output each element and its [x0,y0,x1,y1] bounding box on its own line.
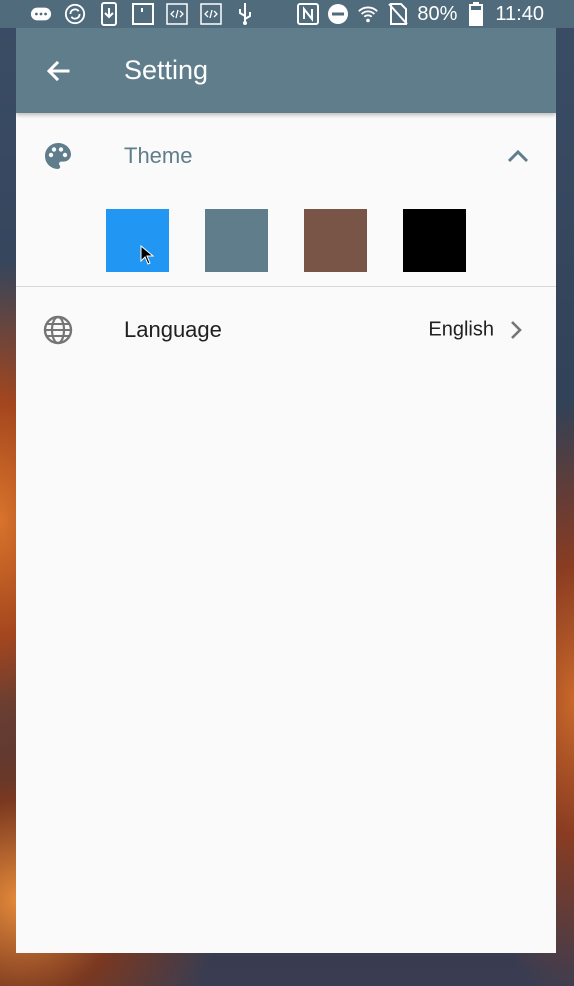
status-icons-right: 80% 11:40 [297,2,574,26]
app-window: Setting Theme Language English [16,28,556,953]
chevron-right-icon [506,318,526,342]
swatch-black[interactable] [403,209,466,272]
battery-percent: 80% [417,2,458,25]
swatch-blue[interactable] [106,209,169,272]
wifi-icon [357,3,379,25]
app-bar: Setting [16,28,556,113]
code-icon [166,3,188,25]
status-bar: 80% 11:40 [0,0,574,28]
page-title: Setting [124,55,209,85]
status-time: 11:40 [495,2,544,25]
no-sim-icon [387,3,409,25]
collapse-button[interactable] [502,140,534,172]
download-icon [98,2,120,26]
code-icon [200,3,222,25]
mouse-pointer-icon [140,244,155,265]
language-row[interactable]: Language English [16,287,556,373]
language-value: English [428,318,494,341]
swatch-blue-grey[interactable] [205,209,268,272]
status-icons-left [0,2,256,26]
globe-icon [42,314,74,346]
do-not-disturb-icon [327,3,349,25]
language-label: Language [124,317,222,342]
theme-label: Theme [124,143,193,168]
nfc-icon [297,3,320,25]
chat-bubble-icon [30,3,52,25]
theme-row[interactable]: Theme [16,113,556,199]
chevron-up-icon [507,149,529,163]
palette-icon [42,140,74,172]
swatch-brown[interactable] [304,209,367,272]
battery-icon [465,2,487,26]
sim-icon [132,3,154,25]
back-button[interactable] [33,46,83,96]
sync-circle-icon [64,3,86,25]
usb-icon [234,3,256,25]
theme-swatches [16,199,556,286]
arrow-back-icon [46,60,70,81]
